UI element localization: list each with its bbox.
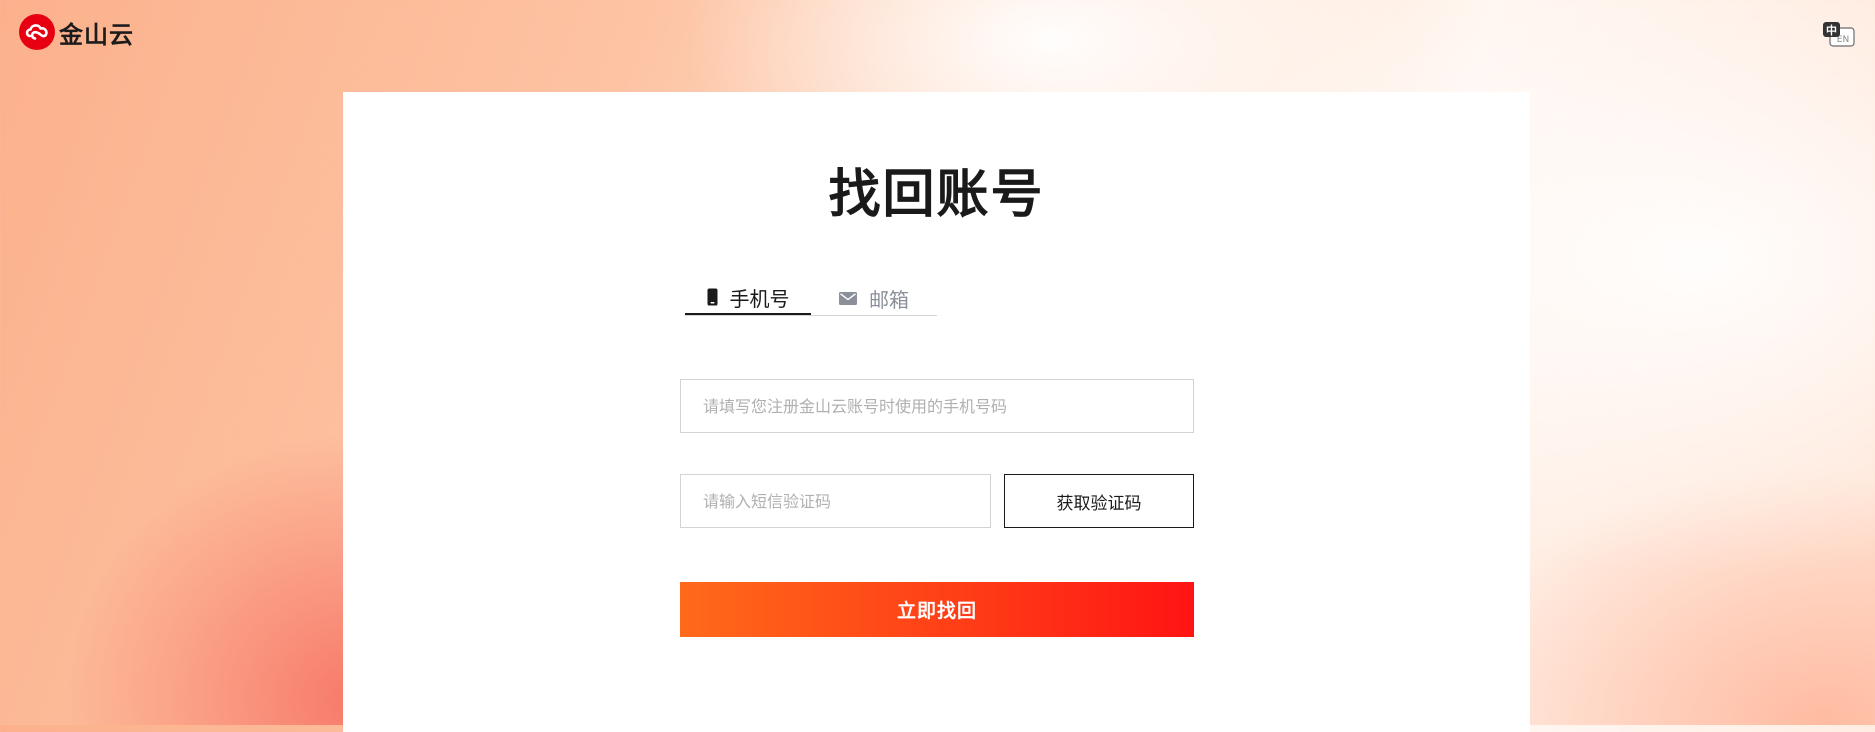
tab-phone[interactable]: 手机号	[685, 281, 811, 315]
recover-method-tabs: 手机号 邮箱	[685, 281, 937, 316]
translate-icon[interactable]: EN 中	[1822, 21, 1855, 47]
brand-name: 金山云	[59, 20, 134, 49]
phone-icon	[707, 288, 717, 306]
tab-email-label: 邮箱	[869, 287, 909, 312]
get-code-button[interactable]: 获取验证码	[1004, 474, 1194, 528]
submit-recover-button[interactable]: 立即找回	[680, 582, 1194, 637]
mail-icon	[839, 291, 857, 305]
recover-card: 找回账号 手机号 邮箱 获取验证码 立即找回	[343, 92, 1530, 732]
tab-email[interactable]: 邮箱	[811, 281, 937, 315]
phone-input[interactable]	[680, 379, 1194, 433]
page-title: 找回账号	[828, 165, 1045, 225]
tab-phone-label: 手机号	[729, 286, 790, 311]
brand-logo[interactable]: 金山云	[19, 14, 134, 50]
sms-code-input[interactable]	[680, 474, 991, 528]
cloud-logo-icon	[19, 14, 55, 50]
lang-zh-label: 中	[1826, 23, 1837, 37]
